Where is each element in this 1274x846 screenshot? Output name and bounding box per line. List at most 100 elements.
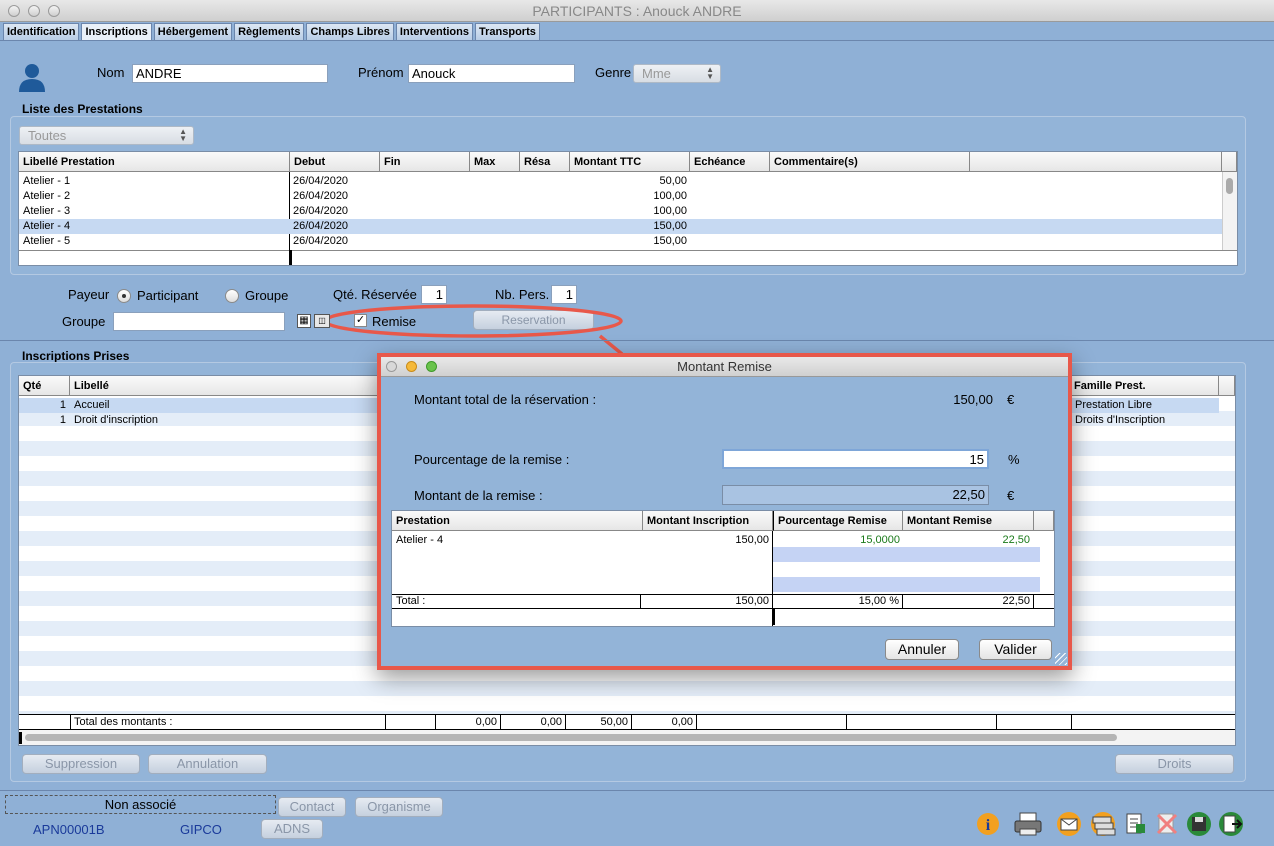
prenom-input[interactable]: Anouck [408, 64, 575, 83]
close-window-icon[interactable] [8, 5, 20, 17]
minimize-window-icon[interactable] [28, 5, 40, 17]
prestations-scrollbar[interactable] [1222, 172, 1237, 250]
organisme-button[interactable]: Organisme [355, 797, 443, 817]
printer-icon[interactable] [1013, 811, 1042, 837]
col-montant-remise[interactable]: Montant Remise [903, 511, 1034, 531]
tab-interventions[interactable]: Interventions [395, 23, 473, 40]
col-pourcentage-remise[interactable]: Pourcentage Remise [773, 511, 903, 531]
zoom-window-icon[interactable] [48, 5, 60, 17]
organisation-code: GIPCO [180, 822, 222, 837]
col-prestation[interactable]: Prestation [392, 511, 643, 531]
scrollbar-thumb[interactable] [25, 734, 1117, 741]
minimize-window-icon[interactable] [406, 361, 417, 372]
close-window-icon[interactable] [386, 361, 397, 372]
totals-row: Total des montants : 0,00 0,00 50,00 0,0… [19, 714, 1235, 730]
search-list-icon[interactable]: ◫ [314, 314, 330, 328]
suppression-button[interactable]: Suppression [22, 754, 140, 774]
table-row[interactable]: Atelier - 3 26/04/2020 100,00 [19, 204, 1222, 219]
col-commentaires[interactable]: Commentaire(s) [770, 152, 970, 172]
cell-divider [846, 715, 847, 729]
droits-button[interactable]: Droits [1115, 754, 1234, 774]
info-icon[interactable]: i [975, 811, 1001, 837]
payeur-participant-radio[interactable] [117, 289, 131, 303]
remise-detail-table: Prestation Montant Inscription Pourcenta… [391, 510, 1055, 627]
payeur-groupe-radio[interactable] [225, 289, 239, 303]
col-debut[interactable]: Debut [290, 152, 380, 172]
cell-divider [385, 715, 386, 729]
col-fin[interactable]: Fin [380, 152, 470, 172]
tab-inscriptions[interactable]: Inscriptions [81, 23, 152, 40]
col-resa[interactable]: Résa [520, 152, 570, 172]
cell-divider [1071, 715, 1072, 729]
dialog-total-label: Total : [393, 595, 641, 608]
dialog-title: Montant Remise [677, 359, 772, 374]
zoom-window-icon[interactable] [426, 361, 437, 372]
col-corner [1219, 376, 1235, 396]
cell-montant-inscription: 150,00 [735, 534, 769, 546]
cell-montant: 150,00 [653, 220, 687, 232]
annuler-button[interactable]: Annuler [885, 639, 959, 660]
document-delete-icon[interactable] [1154, 811, 1180, 837]
montant-remise-field: 22,50 [722, 485, 989, 505]
col-max[interactable]: Max [470, 152, 520, 172]
cell-famille: Droits d'Inscription [1075, 414, 1166, 426]
col-montant-inscription[interactable]: Montant Inscription [643, 511, 773, 531]
exit-icon[interactable] [1218, 811, 1244, 837]
cell-libelle: Atelier - 2 [23, 190, 71, 202]
document-export-icon[interactable] [1122, 811, 1148, 837]
tab-hebergement[interactable]: Hébergement [153, 23, 233, 40]
prestations-filter-select[interactable]: Toutes ▲ ▼ [19, 126, 194, 145]
tab-reglements[interactable]: Règlements [234, 23, 305, 40]
cell-montant: 50,00 [659, 175, 687, 187]
genre-select[interactable]: Mme ▲ ▼ [633, 64, 721, 83]
table-row[interactable]: Atelier - 4 150,00 15,0000 22,50 [392, 533, 1040, 548]
nom-input[interactable]: ANDRE [132, 64, 328, 83]
table-row[interactable]: Atelier - 2 26/04/2020 100,00 [19, 189, 1222, 204]
prestations-filter-value: Toutes [28, 128, 67, 143]
col-famille-prest[interactable]: Famille Prest. [1070, 376, 1219, 396]
groupe-input[interactable] [113, 312, 285, 331]
scrollbar-thumb[interactable] [1226, 178, 1233, 194]
cell-libelle: Atelier - 3 [23, 205, 71, 217]
col-qte[interactable]: Qté [19, 376, 70, 396]
table-lookup-icon[interactable]: ▦ [297, 314, 311, 328]
window-title: PARTICIPANTS : Anouck ANDRE [532, 3, 742, 19]
pourcentage-input[interactable]: 15 [722, 449, 989, 469]
cell-prestation: Atelier - 4 [396, 534, 444, 546]
tab-bar: Identification Inscriptions Hébergement … [0, 23, 542, 41]
scroll-marker [19, 732, 22, 744]
table-row[interactable]: Atelier - 1 26/04/2020 50,00 [19, 174, 1222, 189]
mail-icon[interactable] [1056, 811, 1082, 837]
cell-pourcentage[interactable]: 15,0000 [773, 533, 903, 548]
horizontal-scrollbar[interactable] [19, 730, 1235, 745]
mass-mail-icon[interactable] [1088, 811, 1116, 837]
svg-text:i: i [986, 817, 991, 834]
save-icon[interactable] [1186, 811, 1212, 837]
annulation-button[interactable]: Annulation [148, 754, 267, 774]
cell-montant-remise[interactable]: 22,50 [903, 533, 1033, 548]
col-libelle-prestation[interactable]: Libellé Prestation [19, 152, 290, 172]
tab-identification[interactable]: Identification [3, 23, 80, 40]
dialog-total-inscription: 150,00 [643, 595, 773, 608]
valider-button[interactable]: Valider [979, 639, 1052, 660]
table-row-selected[interactable]: Atelier - 4 26/04/2020 150,00 [19, 219, 1222, 234]
contact-button[interactable]: Contact [278, 797, 346, 817]
col-echeance[interactable]: Echéance [690, 152, 770, 172]
tab-transports[interactable]: Transports [475, 23, 540, 40]
table-row[interactable]: Atelier - 5 26/04/2020 150,00 [19, 234, 1222, 249]
cell-debut: 26/04/2020 [293, 205, 349, 217]
cell-libelle: Atelier - 5 [23, 235, 71, 247]
tab-champs-libres[interactable]: Champs Libres [306, 23, 394, 40]
resize-grip-icon[interactable] [1055, 653, 1067, 665]
tab-divider [0, 40, 1274, 41]
col-montant-ttc[interactable]: Montant TTC [570, 152, 690, 172]
adns-button[interactable]: ADNS [261, 819, 323, 839]
genre-label: Genre [595, 65, 632, 80]
totals-label: Total des montants : [74, 716, 173, 728]
percent-unit: % [1008, 452, 1020, 467]
cell-montant: 150,00 [653, 235, 687, 247]
dialog-titlebar: Montant Remise [381, 357, 1068, 377]
col-corner [1034, 511, 1054, 531]
cell-montant: 100,00 [653, 205, 687, 217]
col-corner [1222, 152, 1237, 172]
